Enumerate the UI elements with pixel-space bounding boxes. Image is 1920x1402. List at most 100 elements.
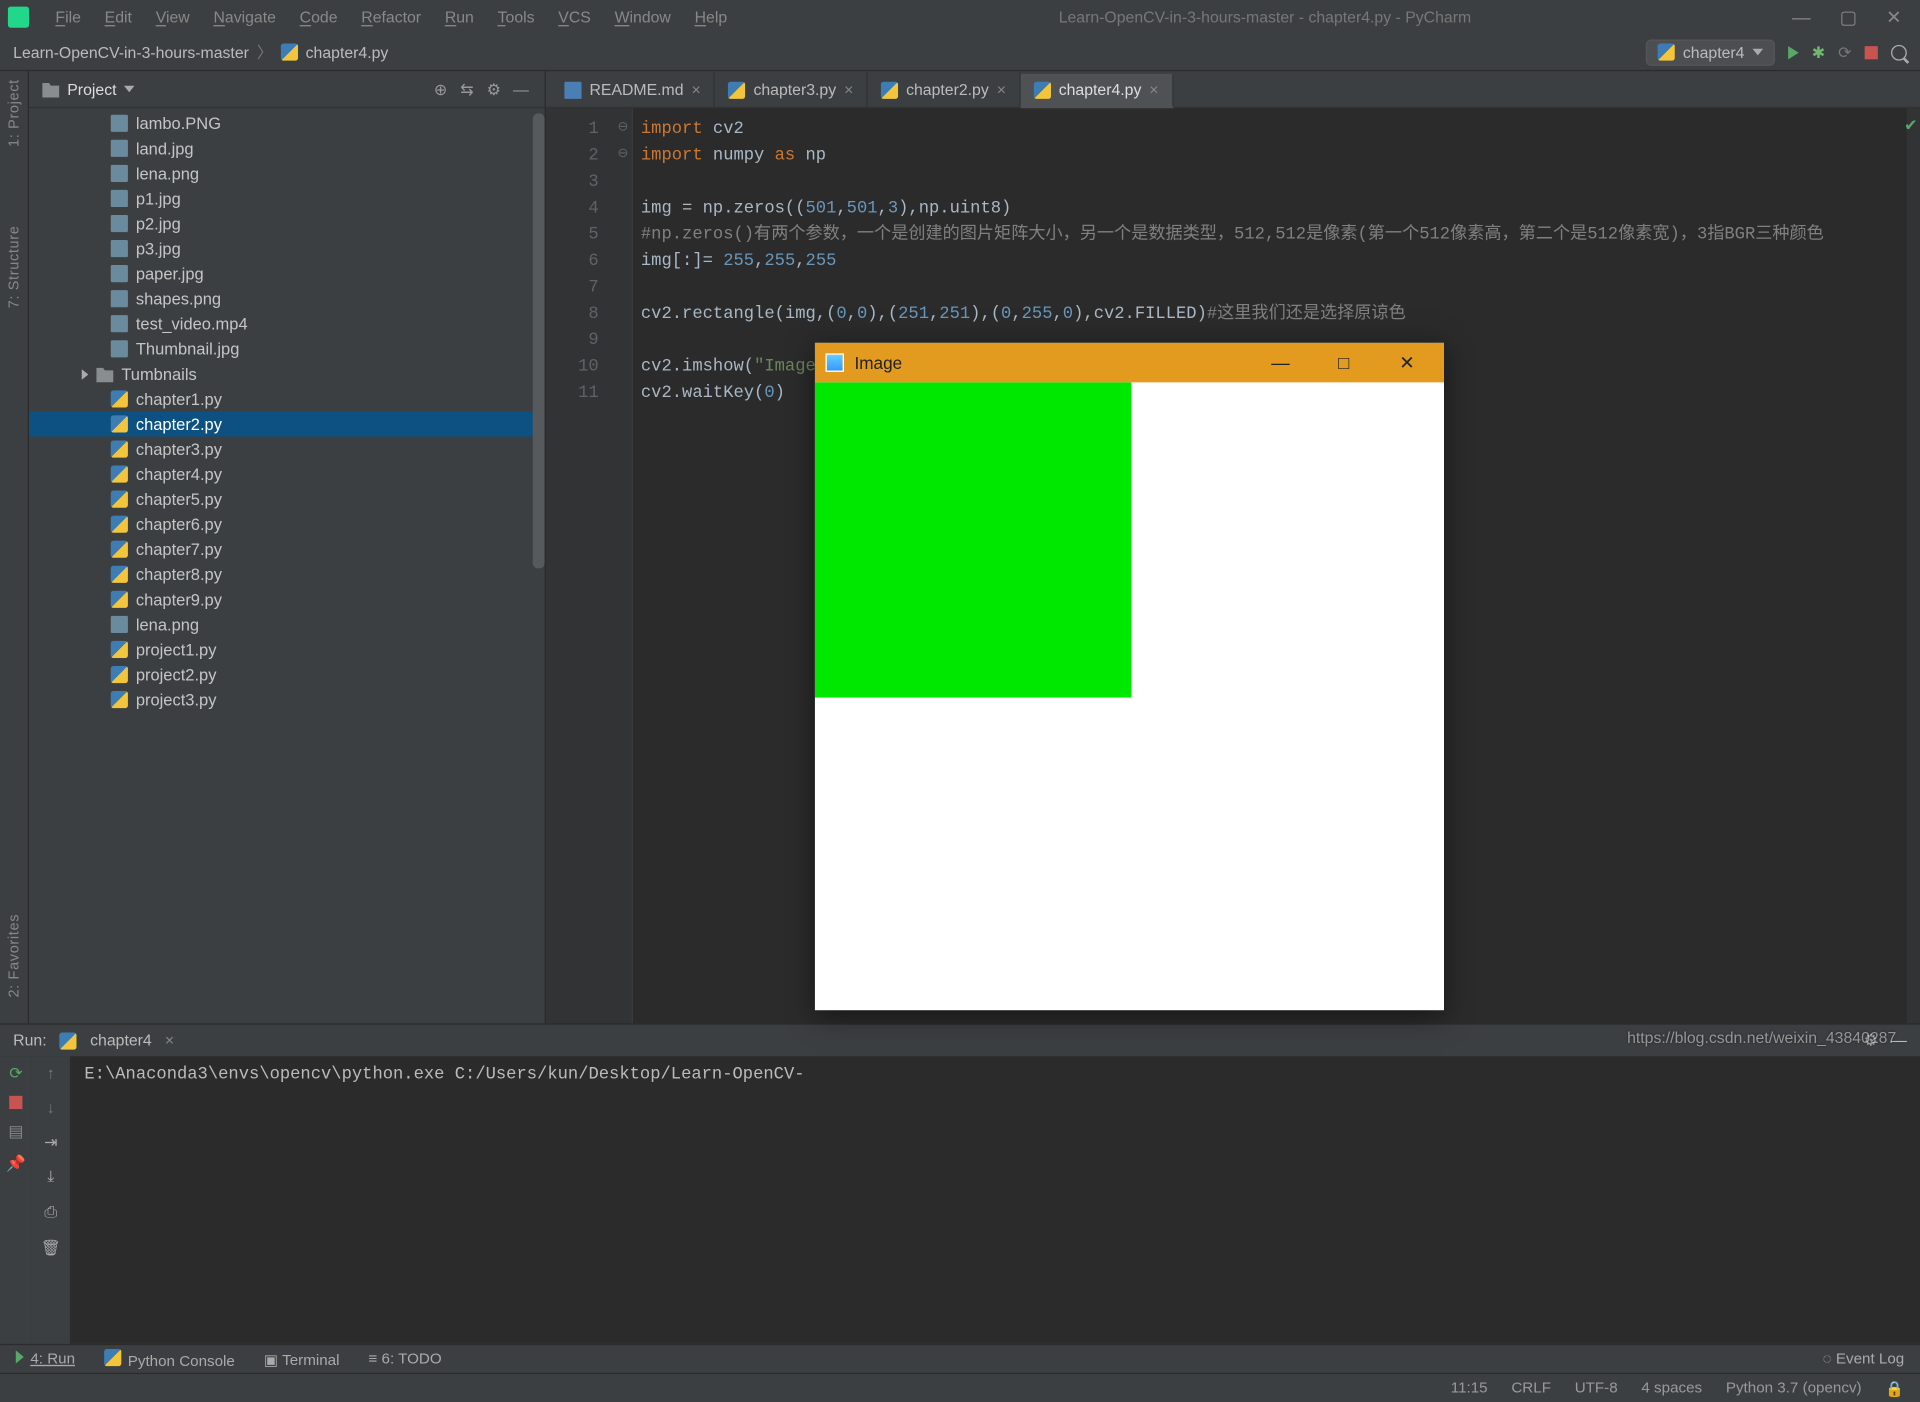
maximize-icon[interactable]: ▢ — [1840, 6, 1857, 28]
tree-file[interactable]: chapter2.py — [29, 411, 545, 436]
opencv-image-window[interactable]: Image — □ ✕ — [815, 343, 1444, 1010]
tool-todo[interactable]: ≡ 6: TODO — [368, 1351, 441, 1367]
close-tab-icon[interactable]: × — [1149, 80, 1158, 98]
status-caret-pos[interactable]: 11:15 — [1451, 1380, 1488, 1396]
tree-folder[interactable]: Tumbnails — [29, 361, 545, 386]
tree-file[interactable]: p2.jpg — [29, 211, 545, 236]
status-lock-icon[interactable]: 🔒 — [1885, 1379, 1904, 1397]
stop-button[interactable] — [1865, 45, 1878, 58]
locate-icon[interactable]: ⊕ — [434, 80, 452, 98]
sidebar-tab-favorites[interactable]: 2: Favorites — [6, 913, 22, 997]
editor-tab[interactable]: chapter2.py× — [868, 73, 1021, 107]
tree-file[interactable]: chapter6.py — [29, 512, 545, 537]
run-config-label: chapter4 — [1683, 43, 1745, 61]
editor-tab[interactable]: README.md× — [551, 73, 715, 107]
tab-label: chapter3.py — [753, 80, 836, 98]
status-interpreter[interactable]: Python 3.7 (opencv) — [1726, 1380, 1862, 1396]
tool-event-log[interactable]: ◌ Event Log — [1823, 1351, 1905, 1367]
file-icon — [111, 215, 128, 232]
minimize-icon[interactable]: — — [1254, 352, 1307, 373]
layout-icon[interactable]: ▤ — [8, 1122, 23, 1140]
status-indent[interactable]: 4 spaces — [1641, 1380, 1702, 1396]
tree-file[interactable]: lambo.PNG — [29, 111, 545, 136]
console-output[interactable]: E:\Anaconda3\envs\opencv\python.exe C:/U… — [71, 1056, 1920, 1343]
tree-file[interactable]: chapter5.py — [29, 487, 545, 512]
gear-icon[interactable]: ⚙ — [487, 80, 505, 98]
tree-file[interactable]: chapter1.py — [29, 386, 545, 411]
pin-icon[interactable]: 📌 — [6, 1154, 26, 1172]
down-icon[interactable]: ↓ — [47, 1098, 55, 1116]
image-window-title: Image — [855, 353, 903, 373]
close-tab-icon[interactable]: × — [997, 80, 1006, 98]
tree-file[interactable]: project1.py — [29, 637, 545, 662]
tool-terminal[interactable]: ▣ Terminal — [264, 1350, 340, 1368]
scrollbar-thumb[interactable] — [533, 113, 545, 568]
tree-file[interactable]: chapter3.py — [29, 436, 545, 461]
tree-file[interactable]: p3.jpg — [29, 236, 545, 261]
tree-file[interactable]: project2.py — [29, 662, 545, 687]
tree-file[interactable]: test_video.mp4 — [29, 311, 545, 336]
tool-python-console[interactable]: Python Console — [104, 1348, 235, 1369]
status-eol[interactable]: CRLF — [1511, 1380, 1551, 1396]
editor-tabs: README.md×chapter3.py×chapter2.py×chapte… — [546, 71, 1920, 108]
tool-run[interactable]: 4: Run — [16, 1350, 75, 1367]
menu-refactor[interactable]: Refactor — [351, 4, 432, 30]
tree-file[interactable]: lena.png — [29, 161, 545, 186]
run-button[interactable] — [1788, 45, 1799, 58]
menu-vcs[interactable]: VCS — [548, 4, 602, 30]
close-icon[interactable]: ✕ — [1886, 6, 1901, 28]
image-window-titlebar[interactable]: Image — □ ✕ — [815, 343, 1444, 383]
debug-button[interactable]: ✱ — [1812, 43, 1825, 61]
breadcrumb-file[interactable]: chapter4.py — [306, 43, 389, 61]
close-tab-icon[interactable]: × — [165, 1031, 174, 1049]
tree-file[interactable]: chapter8.py — [29, 562, 545, 587]
tree-file[interactable]: shapes.png — [29, 286, 545, 311]
menu-tools[interactable]: Tools — [487, 4, 545, 30]
maximize-icon[interactable]: □ — [1317, 352, 1370, 373]
tree-file[interactable]: Thumbnail.jpg — [29, 336, 545, 361]
sidebar-tab-project[interactable]: 1: Project — [6, 79, 22, 147]
sidebar-tab-structure[interactable]: 7: Structure — [6, 226, 22, 309]
tree-file[interactable]: paper.jpg — [29, 261, 545, 286]
tree-file[interactable]: lena.png — [29, 612, 545, 637]
editor-tab[interactable]: chapter4.py× — [1020, 74, 1173, 108]
tree-item-label: test_video.mp4 — [136, 315, 248, 333]
search-everywhere-icon[interactable] — [1891, 44, 1907, 60]
trash-icon[interactable]: 🗑 — [41, 1238, 61, 1256]
menu-help[interactable]: Help — [684, 4, 738, 30]
run-config-selector[interactable]: chapter4 — [1646, 39, 1775, 65]
menu-file[interactable]: File — [45, 4, 92, 30]
hide-icon[interactable]: — — [1891, 1031, 1907, 1049]
file-icon — [111, 115, 128, 132]
close-tab-icon[interactable]: × — [844, 80, 853, 98]
breadcrumb-root[interactable]: Learn-OpenCV-in-3-hours-master — [13, 43, 249, 61]
python-file-icon — [111, 641, 128, 658]
collapse-icon[interactable]: ⇆ — [460, 80, 478, 98]
tree-file[interactable]: project3.py — [29, 687, 545, 712]
menu-edit[interactable]: Edit — [94, 4, 142, 30]
tree-file[interactable]: chapter4.py — [29, 462, 545, 487]
menu-window[interactable]: Window — [604, 4, 681, 30]
tree-file[interactable]: p1.jpg — [29, 186, 545, 211]
editor-tab[interactable]: chapter3.py × — [715, 73, 868, 107]
menu-navigate[interactable]: Navigate — [203, 4, 287, 30]
stop-button[interactable] — [9, 1096, 22, 1109]
hide-icon[interactable]: — — [513, 80, 531, 98]
close-tab-icon[interactable]: × — [691, 80, 700, 98]
tree-file[interactable]: land.jpg — [29, 136, 545, 161]
gear-icon[interactable]: ⚙ — [1864, 1031, 1878, 1049]
status-encoding[interactable]: UTF-8 — [1575, 1380, 1618, 1396]
scroll-icon[interactable]: ⤓ — [47, 1167, 54, 1187]
chevron-down-icon[interactable] — [124, 86, 135, 93]
tree-file[interactable]: chapter7.py — [29, 537, 545, 562]
print-icon[interactable]: ⎙ — [44, 1203, 57, 1223]
menu-view[interactable]: View — [145, 4, 200, 30]
project-tree[interactable]: lambo.PNGland.jpglena.pngp1.jpgp2.jpgp3.… — [29, 108, 545, 1023]
tree-file[interactable]: chapter9.py — [29, 587, 545, 612]
minimize-icon[interactable]: — — [1792, 6, 1810, 28]
menu-run[interactable]: Run — [434, 4, 484, 30]
wrap-icon[interactable]: ⇥ — [44, 1133, 57, 1151]
run-coverage-button[interactable]: ⟳ — [1838, 43, 1851, 61]
close-icon[interactable]: ✕ — [1381, 351, 1434, 373]
menu-code[interactable]: Code — [289, 4, 348, 30]
